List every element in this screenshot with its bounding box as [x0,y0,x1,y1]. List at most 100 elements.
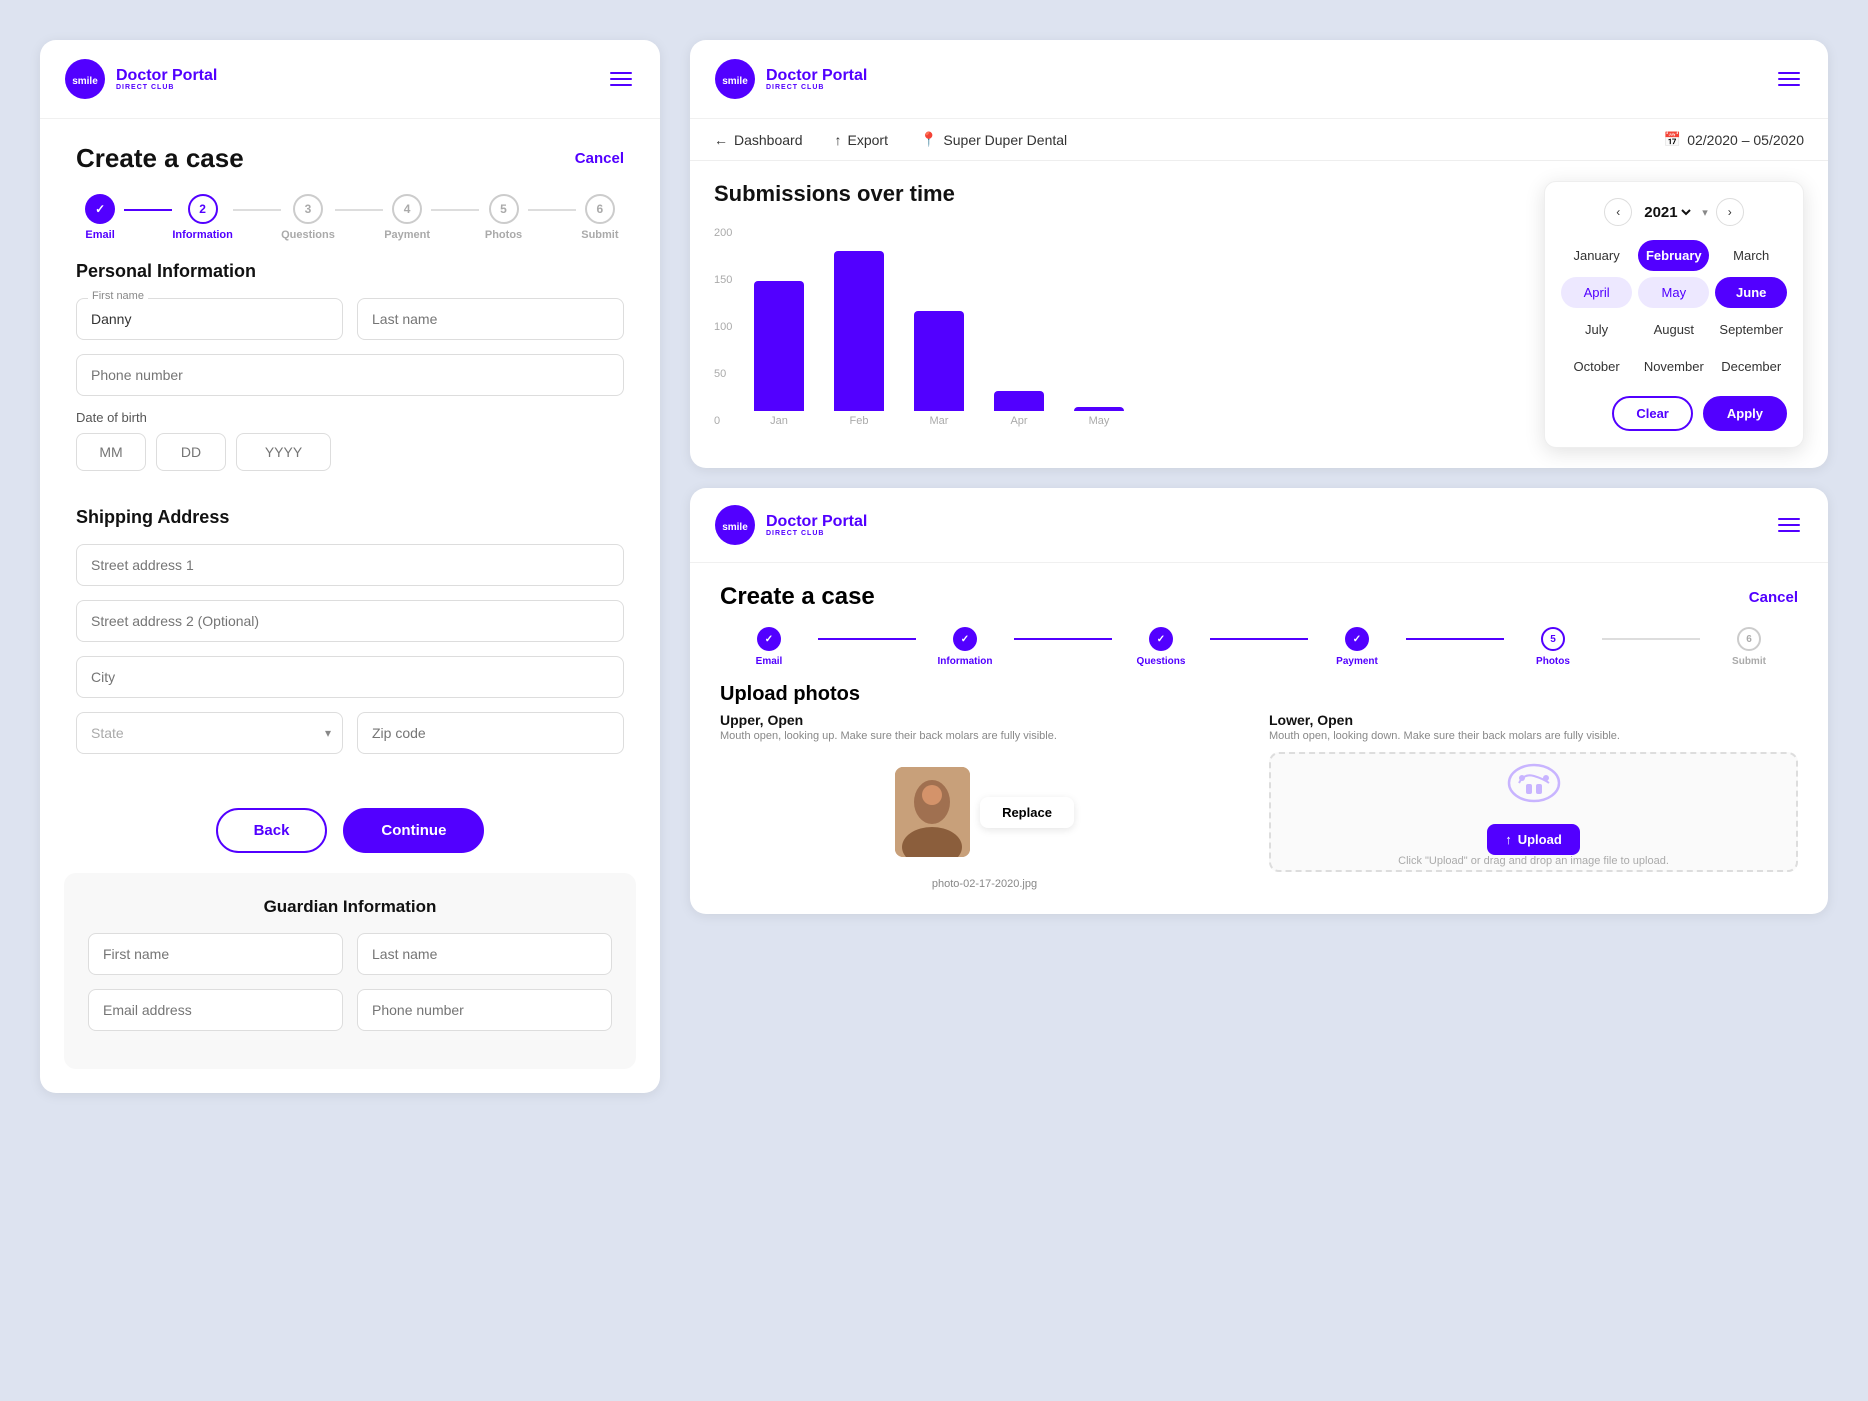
menu-icon[interactable] [606,68,636,90]
upload-section: Upload photos Upper, Open Mouth open, lo… [690,683,1828,914]
dob-yyyy-field [236,433,331,471]
submissions-logo-icon: smile [714,58,756,100]
export-button[interactable]: ↑ Export [835,132,888,148]
dp-month-mar[interactable]: March [1715,240,1787,271]
replace-photo-button[interactable]: Replace [980,797,1074,828]
city-input[interactable] [76,656,624,698]
dp-apply-button[interactable]: Apply [1703,396,1787,431]
guardian-phone-input[interactable] [357,989,612,1031]
chart-title: Submissions over time [714,181,1524,207]
phone-field [76,354,624,396]
dp-month-dec[interactable]: December [1715,351,1787,382]
photos-menu-icon[interactable] [1774,514,1804,536]
upload-icon: ↑ [1505,832,1512,847]
photos-step-line-2 [1014,638,1112,640]
upload-title: Upload photos [720,683,1798,706]
guardian-last-name-input[interactable] [357,933,612,975]
state-select[interactable]: State ALAKAZCA COFLGANY TX [76,712,343,754]
submissions-menu-icon[interactable] [1774,68,1804,90]
first-name-field: First name [76,298,343,340]
submissions-logo: smile Doctor Portal DIRECT CLUB [714,58,867,100]
last-name-input[interactable] [357,298,624,340]
upper-open-title: Upper, Open [720,712,1249,728]
dp-month-nov[interactable]: November [1638,351,1709,382]
photo-filename: photo-02-17-2020.jpg [720,878,1249,890]
zip-input[interactable] [357,712,624,754]
dp-year-select[interactable]: 2021 2020 2022 [1640,203,1694,222]
last-name-field [357,298,624,340]
dashboard-link[interactable]: ← Dashboard [714,132,803,148]
back-button[interactable]: Back [216,808,328,853]
street1-input[interactable] [76,544,624,586]
phone-input[interactable] [76,354,624,396]
dp-next-btn[interactable]: › [1716,198,1744,226]
street2-input[interactable] [76,600,624,642]
step-submit: 6 Submit [576,194,624,241]
dp-month-oct[interactable]: October [1561,351,1632,382]
step-circle-email: ✓ [85,194,115,224]
shipping-title: Shipping Address [76,507,624,528]
step-label-email: Email [85,229,114,241]
dp-month-jul[interactable]: July [1561,314,1632,345]
dob-mm-input[interactable] [76,433,146,471]
bar-feb-bar [834,251,884,411]
dashboard-label: Dashboard [734,132,803,148]
dob-dd-field [156,433,226,471]
dp-month-sep[interactable]: September [1715,314,1787,345]
photos-step-circle-questions: ✓ [1149,627,1173,651]
photos-create-title: Create a case [720,583,875,611]
dob-yyyy-input[interactable] [236,433,331,471]
bar-jan-bar [754,281,804,411]
dp-month-feb[interactable]: February [1638,240,1709,271]
step-photos: 5 Photos [479,194,527,241]
step-line-4 [431,209,479,211]
lower-open-title: Lower, Open [1269,712,1798,728]
photos-step-label-questions: Questions [1137,656,1186,667]
dp-clear-button[interactable]: Clear [1612,396,1693,431]
photos-logo-icon: smile [714,504,756,546]
phone-row [76,354,624,396]
create-case-header: Create a case Cancel [40,119,660,174]
guardian-title: Guardian Information [88,897,612,917]
upload-photo-button[interactable]: ↑ Upload [1487,824,1580,855]
upper-open-desc: Mouth open, looking up. Make sure their … [720,730,1249,742]
continue-button[interactable]: Continue [343,808,484,853]
photos-step-line-1 [818,638,916,640]
photos-step-label-email: Email [756,656,783,667]
upload-placeholder-text: Click "Upload" or drag and drop an image… [1378,855,1689,867]
bar-apr-bar [994,391,1044,411]
step-circle-information: 2 [188,194,218,224]
dp-months-grid: January February March April May June Ju… [1561,240,1787,382]
photos-stepper: ✓ Email ✓ Information ✓ Questions ✓ Paym… [690,611,1828,683]
guardian-section: Guardian Information [64,873,636,1069]
step-circle-payment: 4 [392,194,422,224]
dp-month-may[interactable]: May [1638,277,1709,308]
guardian-first-name-input[interactable] [88,933,343,975]
guardian-email-input[interactable] [88,989,343,1031]
photos-header: smile Doctor Portal DIRECT CLUB [690,488,1828,563]
photos-step-label-info: Information [938,656,993,667]
dp-month-aug[interactable]: August [1638,314,1709,345]
bar-may: May [1074,407,1124,427]
bar-may-label: May [1089,415,1110,427]
chart-area: Submissions over time 200 150 100 50 0 J… [714,181,1524,448]
stepper: ✓ Email 2 Information 3 Questions 4 Paym… [40,174,660,261]
step-circle-photos: 5 [489,194,519,224]
svg-text:smile: smile [722,522,748,533]
cancel-button[interactable]: Cancel [575,150,624,167]
bar-jan-label: Jan [770,415,788,427]
dental-label: Super Duper Dental [943,132,1067,148]
dp-prev-btn[interactable]: ‹ [1604,198,1632,226]
dp-month-jun[interactable]: June [1715,277,1787,308]
dp-year-chevron: ▾ [1702,206,1708,219]
guardian-name-row [88,933,612,975]
dp-month-jan[interactable]: January [1561,240,1632,271]
lower-open-upload-box[interactable]: ↑ Upload Click "Upload" or drag and drop… [1269,752,1798,872]
chart-y-labels: 200 150 100 50 0 [714,227,732,427]
first-name-input[interactable] [76,298,343,340]
bar-feb: Feb [834,251,884,427]
dob-dd-input[interactable] [156,433,226,471]
dp-month-apr[interactable]: April [1561,277,1632,308]
photos-step-questions: ✓ Questions [1112,627,1210,667]
photos-cancel-button[interactable]: Cancel [1749,589,1798,606]
